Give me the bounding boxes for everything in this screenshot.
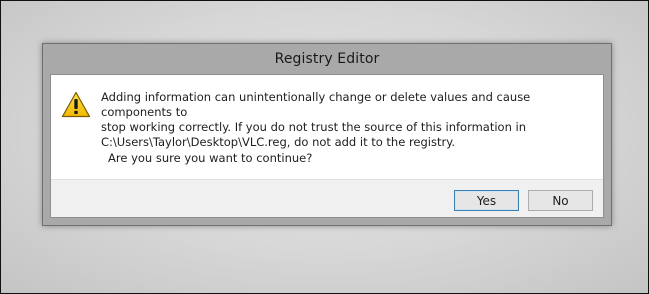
message-line-3: C:\Users\Taylor\Desktop\VLC.reg, do not … — [101, 135, 456, 149]
dialog-client-area: Adding information can unintentionally c… — [50, 74, 604, 218]
dialog-question: Are you sure you want to continue? — [108, 151, 313, 165]
dialog-message: Adding information can unintentionally c… — [101, 90, 601, 150]
dialog-title: Registry Editor — [274, 51, 380, 67]
warning-icon — [61, 91, 91, 118]
message-line-1: Adding information can unintentionally c… — [101, 90, 531, 119]
dialog-button-bar: Yes No — [51, 179, 603, 217]
dialog-content: Adding information can unintentionally c… — [51, 75, 603, 182]
dialog-titlebar[interactable]: Registry Editor — [43, 44, 611, 74]
registry-editor-dialog: Registry Editor Adding information can u… — [42, 43, 612, 226]
yes-button[interactable]: Yes — [454, 190, 519, 211]
no-button[interactable]: No — [528, 190, 593, 211]
message-line-2: stop working correctly. If you do not tr… — [101, 120, 527, 134]
